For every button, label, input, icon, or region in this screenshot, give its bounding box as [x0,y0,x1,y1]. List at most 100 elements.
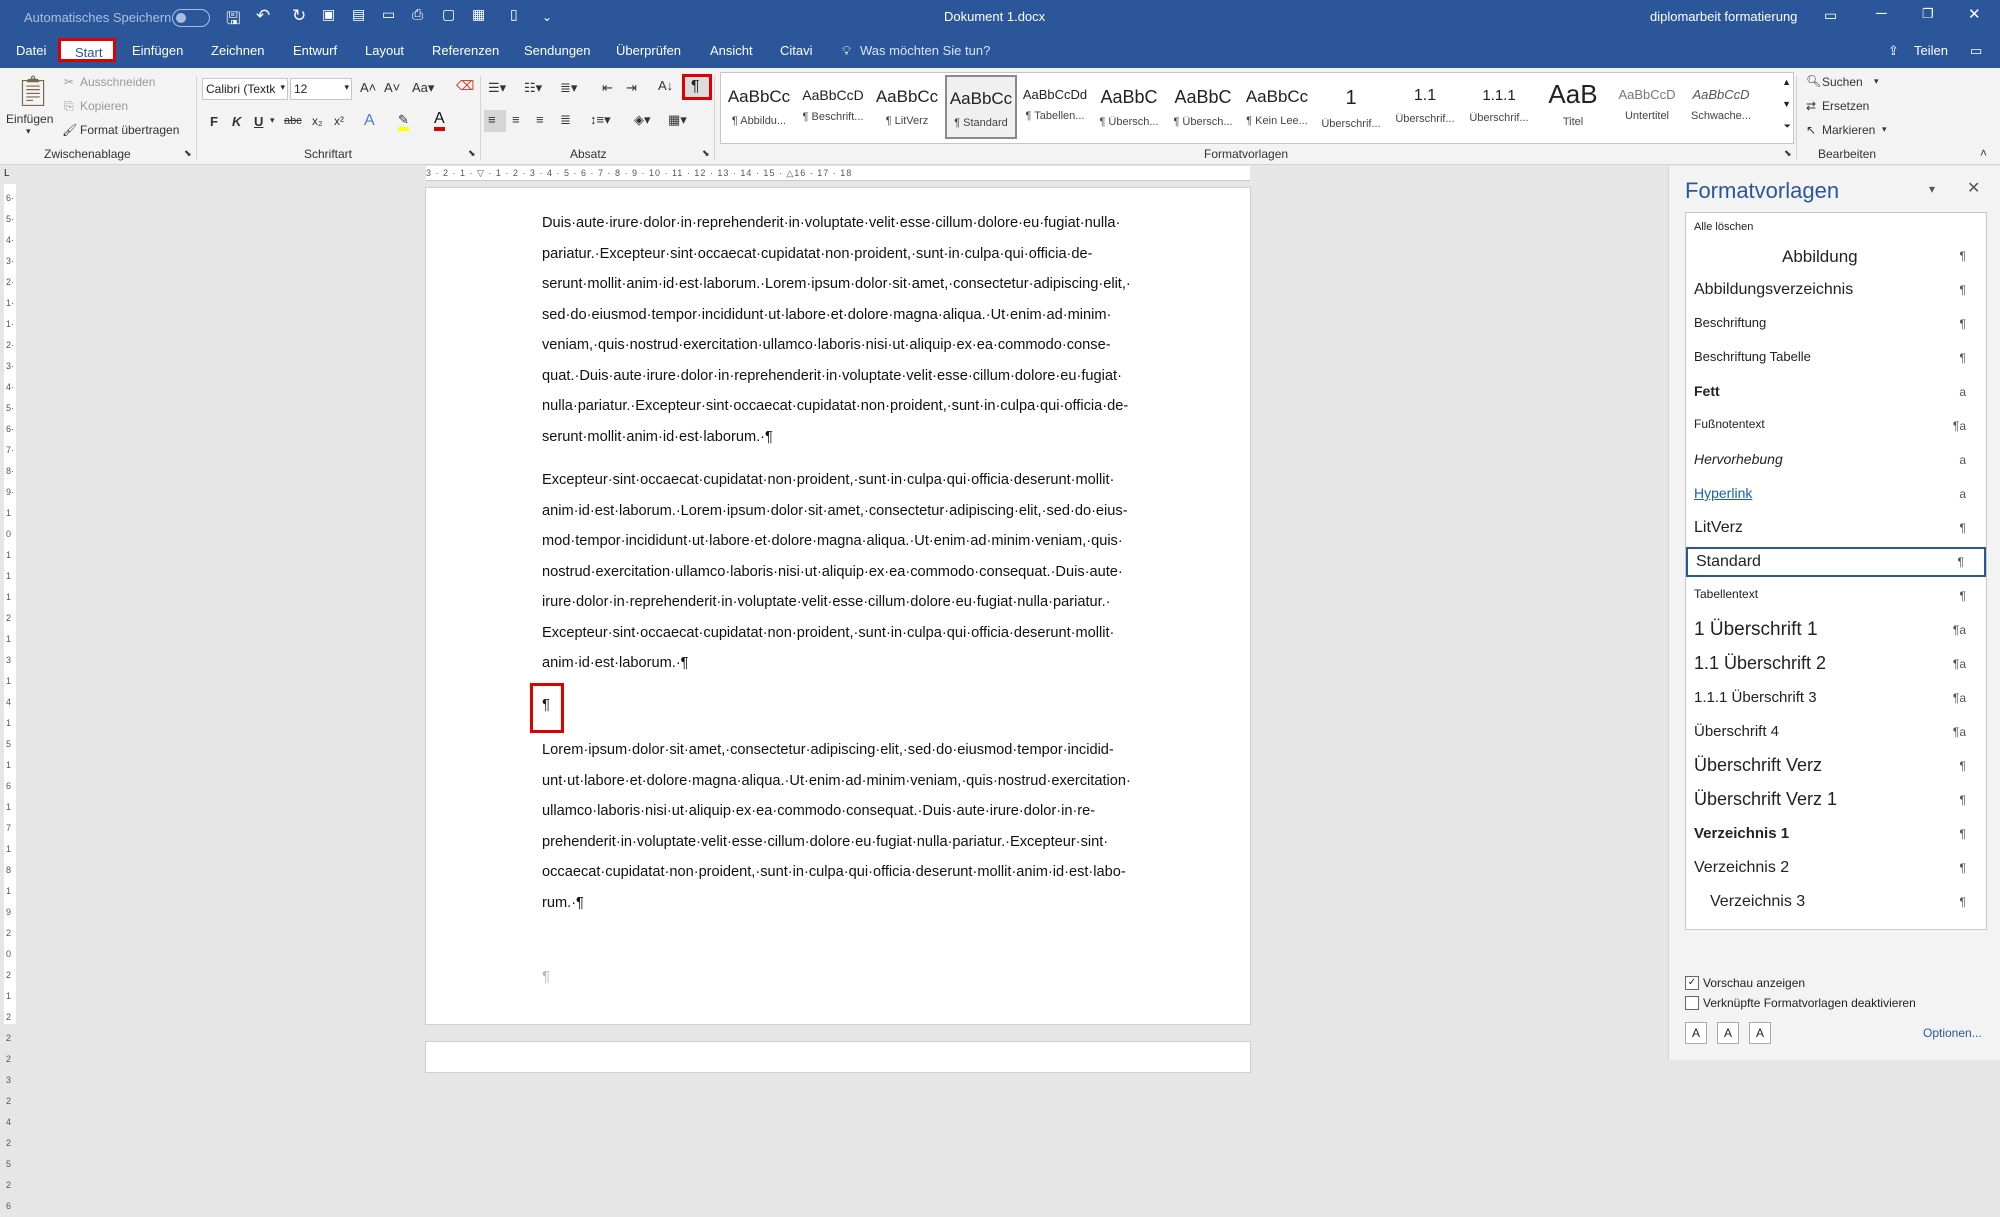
shrink-font-icon[interactable]: A˅ [384,80,400,95]
style-tile-ueberschrift-a[interactable]: AaBbC ¶ Übersch... [1093,75,1165,139]
highlight-icon[interactable]: ✎ [398,112,409,131]
multilevel-list-icon[interactable]: ≣▾ [560,80,577,96]
paragraph-1[interactable]: Duis·aute·irure·dolor·in·reprehenderit·i… [542,208,1142,452]
style-item[interactable]: Fußnotentext ¶a [1686,411,1986,441]
line-spacing-icon[interactable]: ↕≡▾ [590,112,611,128]
paste-dropdown-icon[interactable]: ▾ [26,126,31,137]
justify-icon[interactable]: ≣ [560,112,571,128]
find-button[interactable]: Suchen [1822,75,1863,89]
style-tile-ueberschrift-1[interactable]: 1 Überschrif... [1315,75,1387,139]
restore-icon[interactable]: ❐ [1922,6,1934,22]
collapse-ribbon-icon[interactable]: ˄ [1980,146,1987,160]
paragraph-2[interactable]: Excepteur·sint·occaecat·cupidatat·non·pr… [542,465,1142,679]
style-inspector-icon[interactable]: A [1717,1022,1739,1044]
style-tile-ueberschrift-b[interactable]: AaBbC ¶ Übersch... [1167,75,1239,139]
select-button[interactable]: Markieren [1822,123,1875,137]
select-dropdown-icon[interactable]: ▾ [1882,124,1887,135]
tell-me-search[interactable]: Was möchten Sie tun? [860,43,990,58]
style-item[interactable]: Beschriftung Tabelle ¶ [1686,343,1986,373]
manage-styles-icon[interactable]: A [1749,1022,1771,1044]
format-painter-button[interactable]: Format übertragen [80,123,179,137]
show-preview-checkbox[interactable]: ✓ [1685,976,1699,990]
pane-options-icon[interactable]: ▾ [1929,182,1935,196]
style-tile-ueberschrift-2[interactable]: 1.1 Überschrif... [1389,75,1461,139]
tab-ansicht[interactable]: Ansicht [710,43,753,58]
align-right-icon[interactable]: ≡ [536,112,544,127]
style-item[interactable]: Fett a [1686,377,1986,407]
sort-icon[interactable]: A↓ [658,78,673,93]
subscript-button[interactable]: x₂ [312,114,323,128]
style-item[interactable]: Verzeichnis 1 ¶ [1686,819,1986,849]
vertical-ruler-scale[interactable]: 6·5·4·3·2·1·1·2·3·4·5·6·7·8·9·1011121314… [4,184,16,1211]
font-color-icon[interactable]: A [434,110,445,131]
style-item[interactable]: Abbildung ¶ [1686,241,1986,271]
comments-icon[interactable]: ▭ [1970,43,1982,59]
strikethrough-button[interactable]: abc [284,115,302,127]
share-icon[interactable]: ⇪ [1888,43,1899,59]
style-tile-tabellentext[interactable]: AaBbCcDd ¶ Tabellen... [1019,75,1091,139]
shading-icon[interactable]: ◈▾ [634,112,651,128]
increase-indent-icon[interactable]: ⇥ [626,80,637,96]
paragraph-3[interactable]: Lorem·ipsum·dolor·sit·amet,·consectetur·… [542,735,1142,918]
style-tile-beschriftung[interactable]: AaBbCcD ¶ Beschrift... [797,75,869,139]
search-icon[interactable]: 🔍︎ [1806,74,1821,88]
print-preview-icon[interactable]: ▤ [352,6,365,23]
style-item[interactable]: 1.1.1 Überschrift 3 ¶a [1686,683,1986,713]
grow-font-icon[interactable]: A˄ [360,80,376,95]
new-document-icon[interactable]: ▯ [510,6,518,23]
tab-zeichnen[interactable]: Zeichnen [211,43,264,58]
style-item[interactable]: Hervorhebung a [1686,445,1986,475]
share-button[interactable]: Teilen [1914,43,1948,58]
table-icon[interactable]: ▦ [472,6,485,23]
italic-button[interactable]: K [232,114,241,129]
style-item[interactable]: LitVerz ¶ [1686,513,1986,543]
layout-icon[interactable]: ▢ [442,6,455,23]
redo-icon[interactable]: ↻ [292,6,306,26]
gallery-scroll-down-icon[interactable]: ▼ [1782,99,1791,109]
clipboard-launcher-icon[interactable]: ⬊ [184,148,192,159]
style-item[interactable]: Verzeichnis 2 ¶ [1686,853,1986,883]
style-tile-litverz[interactable]: AaBbCc ¶ LitVerz [871,75,943,139]
underline-button[interactable]: U [254,114,263,129]
horizontal-ruler[interactable]: 3 · 2 · 1 · ▽ · 1 · 2 · 3 · 4 · 5 · 6 · … [426,166,1250,181]
numbering-icon[interactable]: ☷▾ [524,80,542,96]
empty-paragraph-mark[interactable]: ¶ [542,696,550,713]
text-effects-icon[interactable]: A [364,112,375,130]
clear-all-item[interactable]: Alle löschen [1686,215,1986,239]
tab-start[interactable]: Start [58,38,116,62]
cut-icon[interactable]: ✂ [64,75,74,89]
close-icon[interactable]: ✕ [1968,5,1981,23]
bold-button[interactable]: F [210,114,218,129]
paste-button[interactable]: Einfügen [6,112,53,126]
styles-launcher-icon[interactable]: ⬊ [1784,148,1792,159]
autosave-toggle[interactable] [172,9,210,27]
options-link[interactable]: Optionen... [1923,1026,1982,1040]
format-painter-icon[interactable]: 🖌︎ [62,123,77,137]
tab-citavi[interactable]: Citavi [780,43,813,58]
print-icon[interactable]: ⎙ [412,6,423,23]
gallery-more-icon[interactable]: ⏷ [1784,121,1791,132]
style-item[interactable]: Überschrift Verz ¶ [1686,751,1986,781]
style-item[interactable]: 1.1 Überschrift 2 ¶a [1686,649,1986,679]
save-icon[interactable]: 🖫 [226,6,240,35]
style-item[interactable]: Hyperlink a [1686,479,1986,509]
style-tile-standard[interactable]: AaBbCc ¶ Standard [945,75,1017,139]
superscript-button[interactable]: x² [334,114,344,128]
ribbon-display-icon[interactable]: ▭ [1824,7,1837,24]
open-icon[interactable]: ▭ [382,6,395,23]
paste-icon[interactable]: 📋︎ [14,74,52,109]
tab-layout[interactable]: Layout [365,43,404,58]
style-item[interactable]: Beschriftung ¶ [1686,309,1986,339]
replace-icon[interactable]: ⇄ [1806,99,1816,113]
show-formatting-marks-button[interactable]: ¶ [682,74,712,100]
cut-button[interactable]: Ausschneiden [80,75,155,89]
underline-dropdown-icon[interactable]: ▾ [270,115,275,126]
user-name[interactable]: diplomarbeit formatierung [1650,9,1797,24]
tab-referenzen[interactable]: Referenzen [432,43,499,58]
style-tile-abbildung[interactable]: AaBbCc ¶ Abbildu... [723,75,795,139]
change-case-icon[interactable]: Aa▾ [412,80,434,96]
replace-button[interactable]: Ersetzen [1822,99,1869,113]
bullets-icon[interactable]: ☰▾ [488,80,506,96]
document-page[interactable]: Duis·aute·irure·dolor·in·reprehenderit·i… [426,188,1250,1024]
find-dropdown-icon[interactable]: ▾ [1874,76,1879,87]
